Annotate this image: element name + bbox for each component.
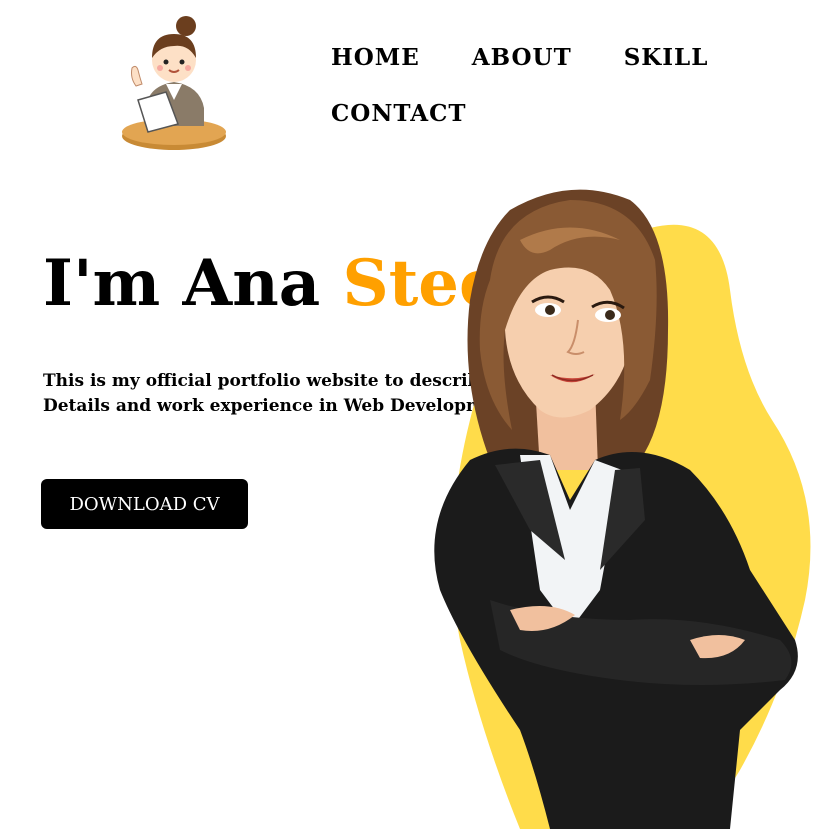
hero-greeting: I'm Ana [43,246,343,321]
nav-contact-link[interactable]: CONTACT [331,86,467,142]
nav-home-link[interactable]: HOME [331,30,420,86]
businesswoman-illustration [434,189,811,829]
download-cv-button[interactable]: DOWNLOAD CV [41,479,248,529]
logo-girl-at-desk-icon[interactable] [116,8,236,158]
nav-about-link[interactable]: ABOUT [472,30,572,86]
nav-skill-link[interactable]: SKILL [624,30,709,86]
main-nav: HOME ABOUT SKILL CONTACT [331,30,751,142]
